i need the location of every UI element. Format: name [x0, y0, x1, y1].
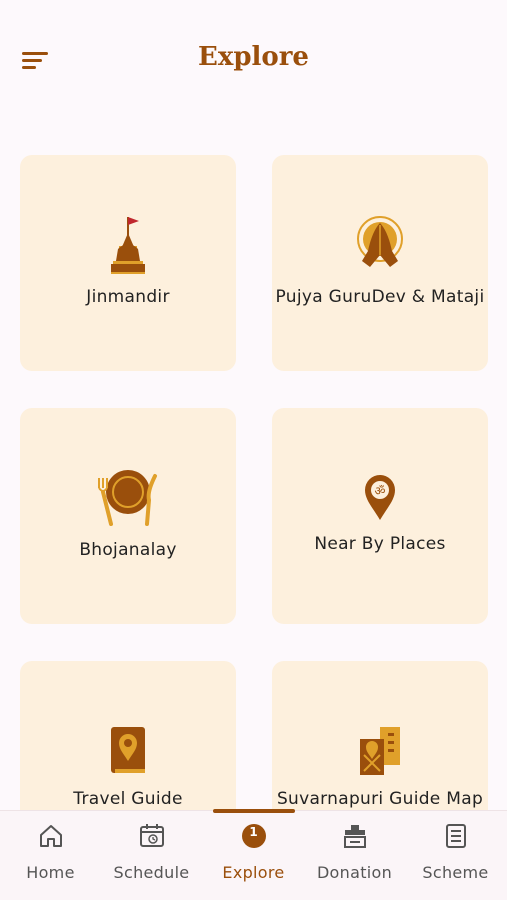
guide-book-icon — [111, 727, 145, 773]
explore-badge: 1 — [249, 825, 258, 839]
card-gurudev-mataji[interactable]: Pujya GuruDev & Mataji — [272, 155, 488, 371]
temple-icon — [111, 217, 145, 274]
om-location-pin-icon: ॐ — [365, 475, 395, 520]
donation-box-icon — [343, 825, 366, 848]
nav-item-scheme[interactable]: Scheme — [405, 811, 506, 900]
nav-label: Scheme — [422, 863, 489, 882]
card-label: Near By Places — [314, 534, 446, 554]
nav-item-donation[interactable]: Donation — [304, 811, 405, 900]
card-bhojanalay[interactable]: Bhojanalay — [20, 408, 236, 624]
nav-label: Explore — [222, 863, 285, 882]
page-title: Explore — [198, 42, 309, 72]
scheme-list-icon — [445, 824, 466, 848]
plate-cutlery-icon — [98, 470, 157, 526]
calendar-clock-icon — [139, 824, 164, 847]
bottom-navigation: Home Schedule 1 Explore Donation Scheme — [0, 809, 507, 900]
svg-text:ॐ: ॐ — [375, 484, 386, 498]
app-header: Explore — [0, 0, 507, 120]
card-label: Travel Guide — [73, 789, 183, 809]
nav-item-schedule[interactable]: Schedule — [101, 811, 202, 900]
card-label: Bhojanalay — [79, 540, 177, 560]
namaste-hands-icon — [357, 216, 403, 267]
guide-map-icon — [360, 727, 400, 775]
nav-label: Home — [26, 863, 75, 882]
card-label: Pujya GuruDev & Mataji — [275, 287, 485, 307]
card-label: Suvarnapuri Guide Map — [276, 789, 484, 809]
card-near-by-places[interactable]: ॐ Near By Places — [272, 408, 488, 624]
nav-label: Donation — [316, 863, 393, 882]
nav-label: Schedule — [113, 863, 190, 882]
home-icon — [39, 825, 62, 847]
card-jinmandir[interactable]: Jinmandir — [20, 155, 236, 371]
nav-item-explore[interactable]: 1 Explore — [203, 811, 304, 900]
card-label: Jinmandir — [86, 287, 170, 307]
nav-item-home[interactable]: Home — [0, 811, 101, 900]
